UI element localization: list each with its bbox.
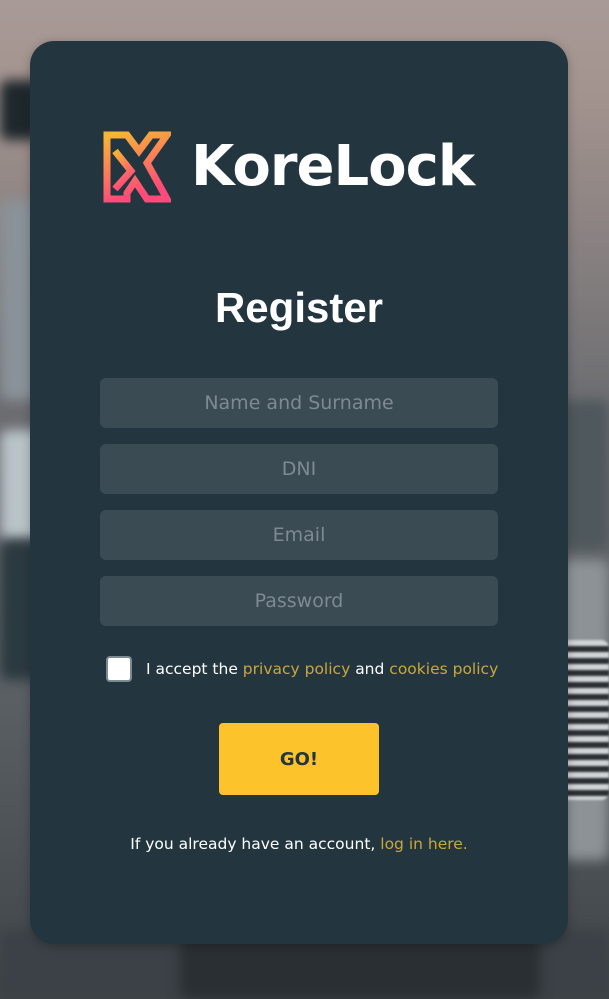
terms-row: I accept the privacy policy and cookies … — [106, 655, 498, 683]
password-input[interactable] — [100, 576, 498, 626]
cookies-policy-link[interactable]: cookies policy — [389, 660, 498, 678]
terms-conjunction: and — [355, 660, 385, 678]
register-card: KoreLock Register I accept the privacy p… — [30, 41, 568, 944]
terms-label: I accept the privacy policy and cookies … — [146, 660, 498, 678]
korelock-k-icon — [103, 131, 171, 203]
login-prompt: If you already have an account, log in h… — [30, 835, 568, 853]
submit-button[interactable]: GO! — [219, 723, 379, 795]
dni-input[interactable] — [100, 444, 498, 494]
terms-prefix: I accept the — [146, 660, 238, 678]
login-prompt-text: If you already have an account, — [130, 835, 376, 853]
terms-checkbox[interactable] — [106, 656, 132, 682]
name-surname-input[interactable] — [100, 378, 498, 428]
email-input[interactable] — [100, 510, 498, 560]
login-link[interactable]: log in here. — [380, 835, 467, 853]
brand-logo: KoreLock — [103, 131, 475, 203]
privacy-policy-link[interactable]: privacy policy — [243, 660, 350, 678]
page-title: Register — [214, 284, 384, 331]
brand-name: KoreLock — [191, 134, 475, 199]
